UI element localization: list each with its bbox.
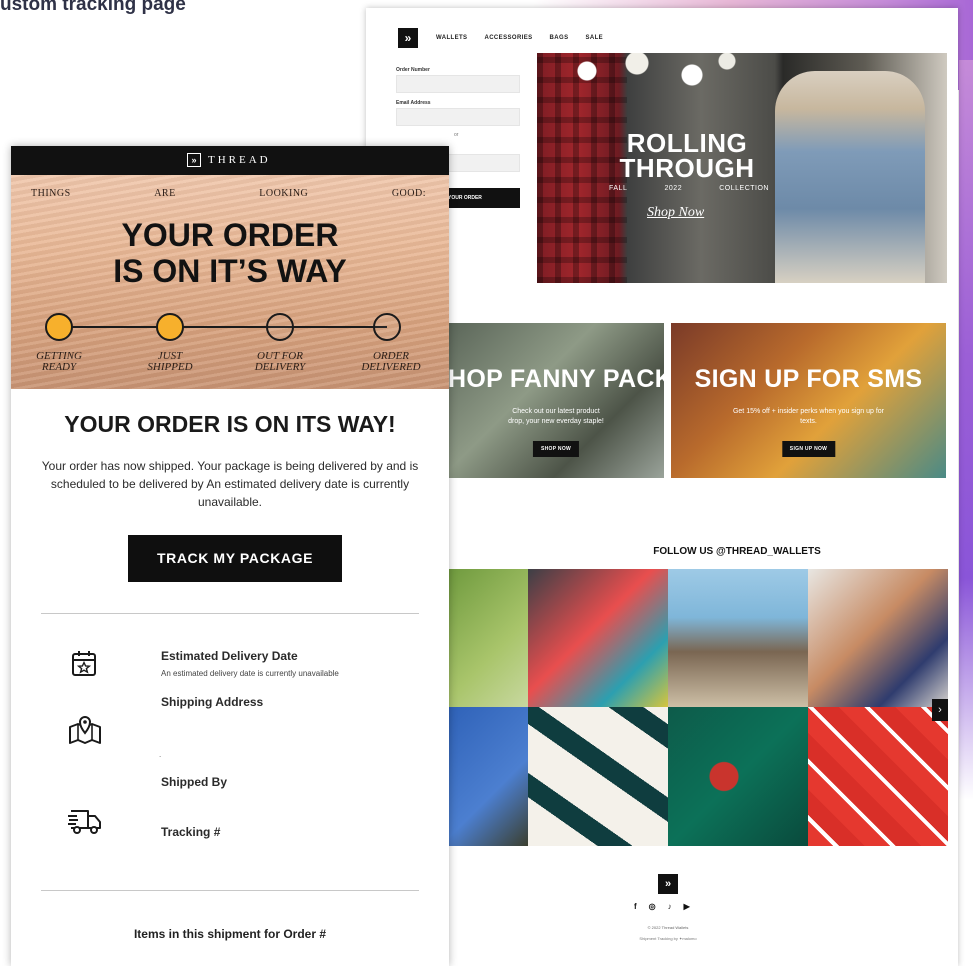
- thread-logo-icon: »: [187, 153, 201, 167]
- hero-title: ROLLING THROUGH: [619, 128, 755, 183]
- order-number-input[interactable]: [396, 75, 520, 93]
- estimated-delivery-value: An estimated delivery date is currently …: [161, 669, 339, 678]
- instagram-icon[interactable]: ◎: [649, 902, 656, 911]
- gallery-tile[interactable]: [808, 707, 948, 846]
- footer-copyright: © 2022 Thread Wallets: [647, 925, 689, 930]
- hero-subtitle: FALL 2022 COLLECTION: [609, 185, 769, 192]
- estimated-delivery-label: Estimated Delivery Date: [161, 649, 298, 663]
- nav-item-wallets[interactable]: WALLETS: [436, 35, 467, 41]
- page-caption: ustom tracking page: [0, 0, 186, 15]
- fanny-packs-promo[interactable]: HOP FANNY PACKS Check out our latest pro…: [448, 323, 664, 478]
- promo-title: HOP FANNY PACKS: [448, 365, 664, 393]
- gallery-tile[interactable]: [668, 569, 808, 707]
- map-pin-icon: [69, 716, 101, 744]
- shop-now-button[interactable]: SHOP NOW: [532, 441, 580, 457]
- tracking-number-label: Tracking #: [161, 825, 221, 839]
- gallery-tile[interactable]: [808, 569, 948, 707]
- shipment-progress-tracker: GETTING READY JUST SHIPPED OUT FOR DELIVERY…: [11, 307, 449, 387]
- order-number-label: Order Number: [396, 67, 430, 73]
- divider: [41, 613, 419, 614]
- divider: [41, 890, 419, 891]
- collection-hero-banner[interactable]: ROLLING THROUGH FALL 2022 COLLECTION Sho…: [537, 53, 947, 283]
- shipping-address-label: Shipping Address: [161, 695, 264, 709]
- shop-now-link[interactable]: Shop Now: [647, 205, 704, 221]
- follow-us-heading: FOLLOW US @THREAD_WALLETS: [653, 546, 821, 557]
- hero-tagline: THINGS ARE LOOKING GOOD:: [31, 188, 426, 199]
- email-address-input[interactable]: [396, 108, 520, 126]
- shipped-by-label: Shipped By: [161, 775, 228, 789]
- items-in-shipment-heading: Items in this shipment for Order #: [133, 927, 327, 941]
- track-my-package-button[interactable]: TRACK MY PACKAGE: [128, 535, 342, 582]
- step-label-out-for-delivery: OUT FOR DELIVERY: [254, 350, 306, 373]
- email-address-label: Email Address: [396, 100, 431, 106]
- step-dot-order-delivered: [373, 313, 401, 341]
- store-nav: WALLETS ACCESSORIES BAGS SALE: [436, 35, 603, 41]
- form-or-separator: or: [454, 132, 459, 138]
- step-label-getting-ready: GETTING READY: [36, 350, 82, 373]
- calendar-icon: [72, 651, 96, 676]
- promo-title: SIGN UP FOR SMS: [694, 365, 923, 393]
- instagram-gallery: ›: [448, 569, 948, 846]
- footer-powered-by[interactable]: Shipment Tracking by ✦malomo: [618, 936, 718, 941]
- progress-line: [59, 326, 387, 328]
- side-gradient: [959, 60, 973, 800]
- social-links: f ◎ ♪ ▶: [634, 902, 690, 911]
- gallery-tile[interactable]: [668, 707, 808, 846]
- step-dot-out-for-delivery: [266, 313, 294, 341]
- sms-signup-promo[interactable]: SIGN UP FOR SMS Get 15% off + insider pe…: [671, 323, 946, 478]
- shipping-email: » THREAD THINGS ARE LOOKING GOOD: YOUR O…: [11, 146, 449, 966]
- email-hero: THINGS ARE LOOKING GOOD: YOUR ORDER IS O…: [11, 175, 449, 389]
- store-logo[interactable]: »: [398, 28, 418, 48]
- brand-name: THREAD: [208, 154, 271, 166]
- store-tracking-page: » WALLETS ACCESSORIES BAGS SALE Order Nu…: [366, 8, 958, 966]
- facebook-icon[interactable]: f: [634, 902, 637, 911]
- gallery-tile[interactable]: [528, 569, 668, 707]
- email-hero-title: YOUR ORDER IS ON IT’S WAY: [113, 217, 347, 289]
- nav-item-sale[interactable]: SALE: [585, 35, 603, 41]
- sign-up-now-button[interactable]: SIGN UP NOW: [781, 441, 836, 457]
- step-label-just-shipped: JUST SHIPPED: [147, 350, 193, 373]
- shipping-address-value: .: [159, 750, 162, 759]
- step-dot-just-shipped: [156, 313, 184, 341]
- email-body-text: Your order has now shipped. Your package…: [41, 459, 419, 509]
- gallery-tile[interactable]: [528, 707, 668, 846]
- gallery-tile[interactable]: [448, 569, 528, 707]
- youtube-icon[interactable]: ▶: [684, 902, 690, 911]
- step-dot-getting-ready: [45, 313, 73, 341]
- step-label-order-delivered: ORDER DELIVERED: [361, 350, 421, 373]
- email-brand-bar: » THREAD: [11, 146, 449, 175]
- footer-logo[interactable]: »: [658, 874, 678, 894]
- nav-item-bags[interactable]: BAGS: [550, 35, 569, 41]
- hero-model-image: [775, 71, 925, 283]
- nav-item-accessories[interactable]: ACCESSORIES: [484, 35, 532, 41]
- delivery-truck-icon: [68, 810, 101, 834]
- promo-text: Get 15% off + insider perks when you sig…: [732, 408, 885, 425]
- tiktok-icon[interactable]: ♪: [668, 902, 672, 911]
- email-heading: YOUR ORDER IS ON ITS WAY!: [64, 411, 396, 437]
- screenshot-stage: ustom tracking page » WALLETS ACCESSORIE…: [0, 0, 973, 966]
- promo-text: Check out our latest product drop, your …: [508, 408, 604, 425]
- hero-flowers: [567, 53, 747, 93]
- gallery-tile[interactable]: [448, 707, 528, 846]
- gallery-next-arrow[interactable]: ›: [932, 699, 948, 721]
